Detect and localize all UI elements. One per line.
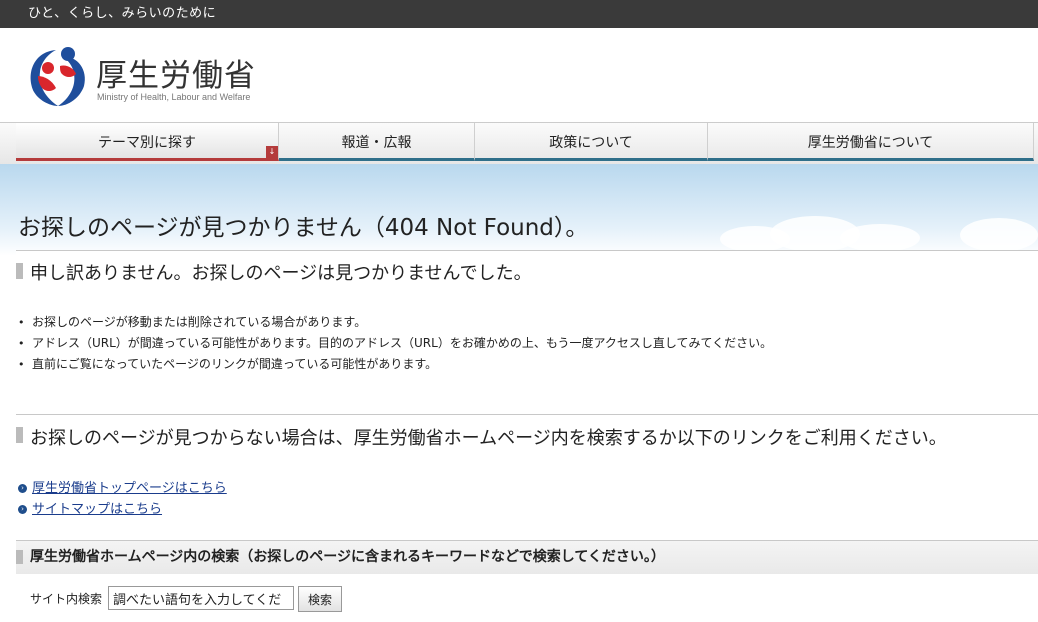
- site-name-english: Ministry of Health, Labour and Welfare: [97, 92, 251, 102]
- cloud-decoration: [960, 218, 1038, 252]
- search-button[interactable]: 検索: [298, 586, 342, 612]
- tagline-text: ひと、くらし、みらいのために: [28, 6, 217, 21]
- link-item: › サイトマップはこちら: [18, 499, 227, 520]
- nav-item-label: 報道・広報: [341, 135, 412, 151]
- link-item: › 厚生労働省トップページはこちら: [18, 478, 227, 499]
- reason-list: お探しのページが移動または削除されている場合があります。 アドレス（URL）が間…: [18, 312, 772, 375]
- nav-item-label: テーマ別に探す: [98, 135, 196, 151]
- section-heading-text: 申し訳ありません。お探しのページは見つかりませんでした。: [30, 263, 532, 284]
- nav-item-label: 厚生労働省について: [807, 135, 934, 151]
- arrow-right-icon: ›: [18, 484, 27, 493]
- search-section-heading: 厚生労働省ホームページ内の検索（お探しのページに含まれるキーワードなどで検索して…: [16, 540, 1038, 574]
- top-tagline-bar: ひと、くらし、みらいのために: [0, 0, 1038, 28]
- nav-item-themes[interactable]: テーマ別に探す ↓: [16, 123, 279, 161]
- site-name[interactable]: 厚生労働省: [96, 50, 256, 95]
- section-heading-text: お探しのページが見つからない場合は、厚生労働省ホームページ内を検索するか以下のリ…: [30, 428, 947, 449]
- search-input[interactable]: [108, 586, 294, 610]
- search-heading-text: 厚生労働省ホームページ内の検索（お探しのページに含まれるキーワードなどで検索して…: [30, 549, 665, 565]
- list-item: アドレス（URL）が間違っている可能性があります。目的のアドレス（URL）をお確…: [18, 333, 772, 354]
- arrow-down-icon: ↓: [266, 146, 278, 158]
- section-heading-apology: 申し訳ありません。お探しのページは見つかりませんでした。: [16, 250, 1038, 290]
- site-header: 厚生労働省 Ministry of Health, Labour and Wel…: [0, 28, 1038, 122]
- help-links: › 厚生労働省トップページはこちら › サイトマップはこちら: [18, 478, 227, 520]
- cloud-decoration: [840, 224, 920, 252]
- search-label: サイト内検索: [30, 592, 103, 606]
- sitemap-link[interactable]: サイトマップはこちら: [32, 502, 162, 517]
- list-item: お探しのページが移動または削除されている場合があります。: [18, 312, 772, 333]
- nav-item-policy[interactable]: 政策について: [475, 123, 708, 161]
- nav-item-about[interactable]: 厚生労働省について: [708, 123, 1034, 161]
- page-title: お探しのページが見つかりません（404 Not Found）。: [18, 215, 589, 241]
- nav-item-label: 政策について: [549, 135, 633, 151]
- arrow-right-icon: ›: [18, 505, 27, 514]
- top-page-link[interactable]: 厚生労働省トップページはこちら: [32, 481, 227, 496]
- nav-item-press[interactable]: 報道・広報: [279, 123, 475, 161]
- ministry-logo-icon[interactable]: [26, 42, 90, 108]
- section-heading-help: お探しのページが見つからない場合は、厚生労働省ホームページ内を検索するか以下のリ…: [16, 414, 1038, 458]
- list-item: 直前にご覧になっていたページのリンクが間違っている可能性があります。: [18, 354, 772, 375]
- global-nav: テーマ別に探す ↓ 報道・広報 政策について 厚生労働省について: [0, 122, 1038, 165]
